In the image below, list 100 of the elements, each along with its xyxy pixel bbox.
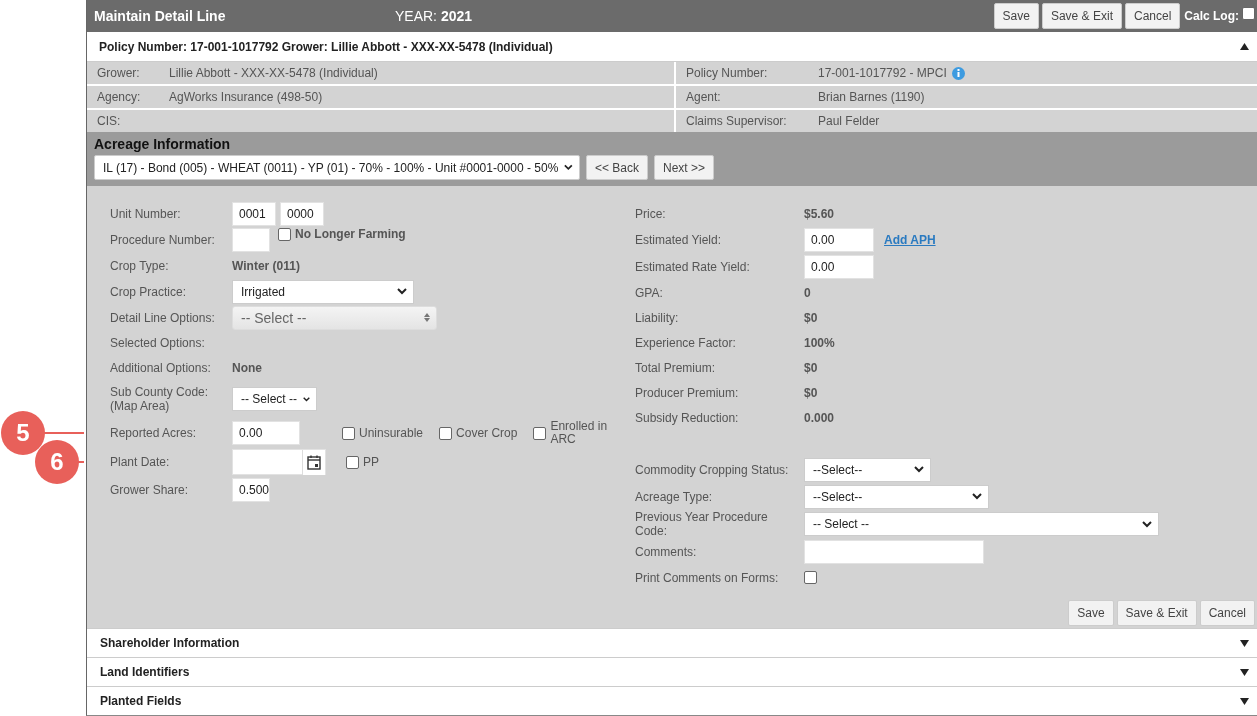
input-field[interactable]: 0.00 [804, 254, 874, 279]
field-value: 0 [804, 285, 811, 300]
field-label: Comments: [635, 544, 698, 559]
field-value: $0 [804, 385, 818, 400]
field-label: Unit Number: [110, 206, 182, 221]
field-label: Procedure Number: [110, 232, 216, 247]
field-label: Reported Acres: [110, 426, 198, 440]
dropdown[interactable]: -- Select -- [232, 305, 437, 330]
expand-icon[interactable] [1240, 668, 1249, 676]
checkbox[interactable]: PP [346, 455, 379, 469]
field-label: Previous Year Procedure Code: [635, 510, 769, 538]
year-label: YEAR: 2021 [395, 8, 473, 24]
field-value: Winter (011) [232, 258, 300, 273]
checkbox[interactable]: Cover Crop [439, 426, 518, 440]
input-field[interactable]: 0.00 [232, 421, 300, 445]
header-button[interactable]: Cancel [1124, 3, 1181, 29]
info-label: Policy Number: [686, 66, 769, 80]
checkbox[interactable] [804, 571, 817, 584]
info-label: Claims Supervisor: [686, 114, 788, 128]
form-button[interactable]: Save [1068, 600, 1114, 626]
form-button[interactable]: Cancel [1199, 600, 1255, 626]
info-value: 17-001-1017792 - MPCI [818, 66, 947, 80]
dropdown[interactable]: --Select-- [804, 484, 989, 509]
unit-dropdown[interactable]: IL (17) - Bond (005) - WHEAT (0011) - YP (01) - 70% - 100% - Unit #0001-0000 - 50% [94, 155, 580, 180]
callout-badge: 5 [2, 412, 44, 454]
field-label: Additional Options: [110, 360, 212, 375]
input-field[interactable]: 0001 [232, 201, 276, 226]
info-label: Grower: [97, 66, 141, 80]
page-title: Maintain Detail Line [94, 8, 227, 24]
chevron-down-icon [564, 164, 573, 171]
calc-log-label: Calc Log: [1184, 9, 1239, 23]
calc-log-checkbox[interactable] [1242, 6, 1255, 20]
nav-button[interactable]: << Back [586, 155, 649, 180]
section-title: Land Identifiers [100, 665, 191, 679]
section-title: Shareholder Information [100, 636, 241, 650]
expand-icon[interactable] [1240, 639, 1249, 647]
section-title: Planted Fields [100, 694, 183, 708]
chevron-down-icon [1142, 520, 1152, 528]
field-label: Detail Line Options: [110, 310, 216, 325]
collapse-icon[interactable] [1240, 43, 1249, 50]
dropdown[interactable]: --Select-- [804, 457, 931, 482]
date-field[interactable] [232, 449, 326, 475]
field-label: Estimated Yield: [635, 232, 723, 247]
input-field[interactable] [232, 227, 270, 252]
field-label: Price: [635, 206, 667, 221]
field-label: Selected Options: [110, 335, 206, 350]
section-title: Acreage Information [94, 136, 232, 152]
info-label: Agent: [686, 90, 722, 104]
nav-button[interactable]: Next >> [654, 155, 715, 180]
sort-arrows-icon [424, 313, 430, 322]
field-label: Producer Premium: [635, 385, 740, 400]
field-label: Acreage Type: [635, 489, 714, 504]
field-value: 0.000 [804, 410, 835, 425]
checkbox[interactable]: Enrolled in ARC [533, 420, 611, 446]
input-field[interactable] [804, 539, 984, 564]
input-field[interactable]: 0.500 [232, 477, 270, 502]
field-value: 100% [804, 335, 835, 350]
info-value: Brian Barnes (1190) [818, 90, 925, 104]
field-label: Commodity Cropping Status: [635, 462, 790, 477]
field-value: None [232, 360, 262, 375]
expand-icon[interactable] [1240, 697, 1249, 705]
chevron-down-icon [972, 493, 982, 500]
chevron-down-icon [914, 466, 924, 473]
info-label: Agency: [97, 90, 142, 104]
input-field[interactable]: 0000 [280, 201, 324, 226]
leader-line [44, 432, 84, 434]
field-label: Subsidy Reduction: [635, 410, 740, 425]
chevron-down-icon [303, 395, 310, 403]
field-label: GPA: [635, 285, 664, 300]
field-label: Plant Date: [110, 455, 171, 469]
header-button[interactable]: Save [993, 3, 1039, 29]
field-label: Crop Practice: [110, 284, 188, 299]
field-value: $0 [804, 310, 818, 325]
header-button[interactable]: Save & Exit [1041, 3, 1122, 29]
field-label: Sub County Code: (Map Area) [110, 385, 210, 413]
checkbox[interactable]: Uninsurable [342, 426, 424, 440]
field-label: Crop Type: [110, 258, 170, 273]
dropdown[interactable]: -- Select -- [232, 387, 317, 411]
info-value: AgWorks Insurance (498-50) [169, 90, 323, 104]
info-value: Lillie Abbott - XXX-XX-5478 (Individual) [169, 66, 378, 80]
field-label: Experience Factor: [635, 335, 737, 350]
callout-badge: 6 [36, 441, 78, 483]
info-icon[interactable] [951, 66, 965, 80]
form-button[interactable]: Save & Exit [1116, 600, 1197, 626]
info-label: CIS: [97, 114, 122, 128]
field-label: Print Comments on Forms: [635, 570, 780, 585]
dropdown[interactable]: -- Select -- [804, 512, 1159, 536]
dropdown[interactable]: Irrigated [232, 279, 414, 304]
field-value: $0 [804, 360, 818, 375]
info-value: Paul Felder [818, 114, 880, 128]
field-value: $5.60 [804, 206, 835, 221]
field-label: Estimated Rate Yield: [635, 259, 751, 274]
field-label: Total Premium: [635, 360, 717, 375]
checkbox[interactable]: No Longer Farming [278, 228, 406, 241]
input-field[interactable]: 0.00 [804, 227, 874, 252]
chevron-down-icon [397, 288, 407, 295]
field-label: Liability: [635, 310, 680, 325]
panel-title: Policy Number: 17-001-1017792 Grower: Lillie Abbott - XXX-XX-5478 (Individual) [99, 39, 554, 54]
calendar-icon[interactable] [307, 454, 321, 470]
field-label: Grower Share: [110, 482, 190, 497]
